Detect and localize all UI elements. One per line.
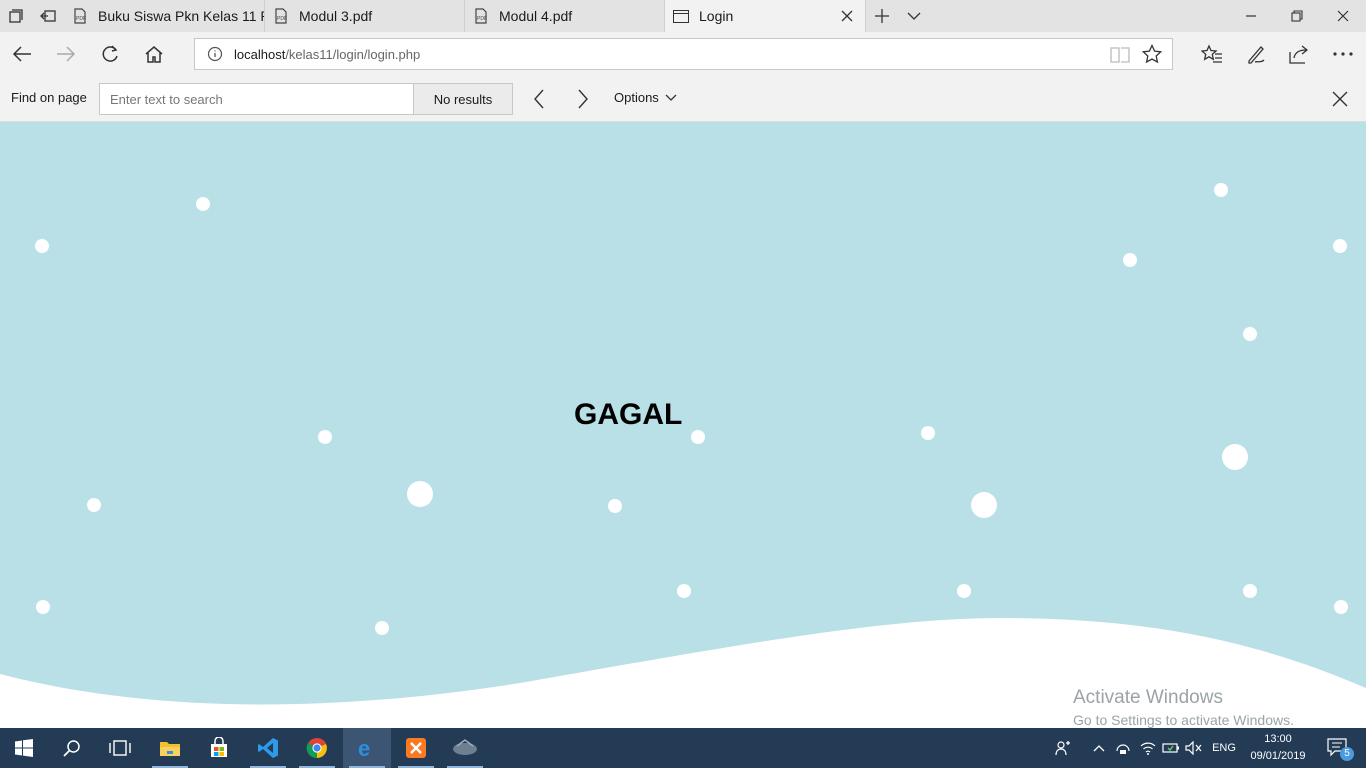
find-results-text: No results (433, 91, 493, 107)
pdf-icon: PDF (275, 8, 287, 24)
tab-title: Buku Siswa Pkn Kelas 11 Re (98, 8, 265, 24)
find-options-label: Options (614, 90, 659, 105)
snowflake (36, 600, 50, 614)
action-center-icon[interactable]: 5 (1318, 728, 1358, 768)
snowflake (608, 499, 622, 513)
tab-bar: PDF Buku Siswa Pkn Kelas 11 Re PDF Modul… (0, 0, 1366, 32)
snowflake (407, 481, 433, 507)
forward-icon[interactable] (50, 38, 82, 70)
pdf-icon: PDF (74, 8, 86, 24)
language-indicator[interactable]: ENG (1208, 728, 1240, 768)
clock-time: 13:00 (1264, 733, 1292, 745)
notification-badge: 5 (1340, 747, 1354, 761)
clock[interactable]: 13:00 09/01/2019 (1248, 731, 1308, 765)
tab-title: Login (699, 8, 734, 24)
page-icon (673, 9, 689, 23)
tab-title: Modul 3.pdf (299, 8, 373, 24)
file-explorer-icon[interactable] (146, 728, 194, 768)
language-label: ENG (1212, 742, 1236, 754)
favorite-star-icon[interactable] (1142, 44, 1162, 64)
find-options-button[interactable]: Options (614, 90, 677, 105)
web-note-icon[interactable] (1240, 38, 1272, 70)
volume-muted-icon[interactable] (1183, 728, 1205, 768)
start-icon[interactable] (0, 728, 48, 768)
wifi-icon[interactable] (1137, 728, 1159, 768)
edge-icon[interactable]: e (343, 728, 391, 768)
snowflake (1333, 239, 1347, 253)
url-host: localhost (234, 46, 286, 62)
find-input[interactable] (99, 83, 414, 115)
chrome-icon[interactable] (293, 728, 341, 768)
home-icon[interactable] (138, 38, 170, 70)
reading-view-icon[interactable] (1110, 46, 1130, 64)
chevron-down-icon (665, 94, 677, 101)
snowflake (1214, 183, 1228, 197)
snowflake (1222, 444, 1248, 470)
tab-modul-3[interactable]: PDF Modul 3.pdf (265, 0, 465, 32)
navigation-bar: localhost/kelas11/login/login.php (0, 32, 1366, 76)
task-view-icon[interactable] (96, 728, 144, 768)
back-icon[interactable] (6, 38, 38, 70)
battery-icon[interactable] (1160, 728, 1182, 768)
find-next-icon[interactable] (567, 83, 599, 115)
clock-date: 09/01/2019 (1250, 750, 1306, 762)
store-icon[interactable] (195, 728, 243, 768)
snowflake (971, 492, 997, 518)
find-results: No results (413, 83, 513, 115)
tab-actions-icon[interactable] (0, 0, 32, 32)
tab-preview-chevron-icon[interactable] (898, 0, 930, 32)
close-tab-icon[interactable] (839, 8, 855, 24)
address-bar[interactable]: localhost/kelas11/login/login.php (194, 38, 1173, 70)
snowflake (921, 426, 935, 440)
page-content: GAGAL Activate Windows Go to Settings to… (0, 122, 1366, 728)
show-hidden-icons-icon[interactable] (1089, 728, 1109, 768)
xampp-icon[interactable] (392, 728, 440, 768)
snowflake (87, 498, 101, 512)
tab-login[interactable]: Login (665, 0, 866, 32)
people-icon[interactable] (1052, 728, 1074, 768)
favorites-hub-icon[interactable] (1196, 38, 1228, 70)
svg-text:e: e (358, 737, 370, 759)
set-tabs-aside-icon[interactable] (32, 0, 64, 32)
snowflake (318, 430, 332, 444)
find-label: Find on page (11, 90, 87, 105)
url-path: /kelas11/login/login.php (285, 46, 421, 62)
svg-text:PDF: PDF (477, 16, 487, 22)
pdf-icon: PDF (475, 8, 487, 24)
watermark-title: Activate Windows (1073, 687, 1223, 708)
snowflake (957, 584, 971, 598)
info-icon[interactable] (207, 46, 223, 62)
snowflake (1243, 584, 1257, 598)
find-previous-icon[interactable] (523, 83, 555, 115)
tab-modul-4[interactable]: PDF Modul 4.pdf (465, 0, 665, 32)
watermark-subtitle: Go to Settings to activate Windows. (1073, 712, 1294, 728)
share-icon[interactable] (1283, 38, 1315, 70)
snowflake (1123, 253, 1137, 267)
snowflake (677, 584, 691, 598)
taskbar: e ENG 13:00 09/01/2019 5 (0, 728, 1366, 768)
close-window-icon[interactable] (1320, 0, 1366, 32)
svg-text:PDF: PDF (277, 16, 287, 22)
refresh-icon[interactable] (94, 38, 126, 70)
new-tab-icon[interactable] (866, 0, 898, 32)
close-find-icon[interactable] (1324, 83, 1356, 115)
svg-text:PDF: PDF (76, 16, 86, 22)
snowflake (1334, 600, 1348, 614)
snowflake (196, 197, 210, 211)
status-message: GAGAL (574, 398, 683, 431)
restore-icon[interactable] (1274, 0, 1320, 32)
snowflake (691, 430, 705, 444)
snowflake (35, 239, 49, 253)
tab-title: Modul 4.pdf (499, 8, 573, 24)
find-on-page-bar: Find on page No results Options (0, 76, 1366, 122)
minimize-icon[interactable] (1228, 0, 1274, 32)
app-icon[interactable] (441, 728, 489, 768)
more-menu-icon[interactable] (1327, 38, 1359, 70)
snowflake (1243, 327, 1257, 341)
tab-buku-siswa[interactable]: PDF Buku Siswa Pkn Kelas 11 Re (64, 0, 265, 32)
activate-windows-watermark: Activate Windows Go to Settings to activ… (1073, 687, 1294, 728)
vscode-icon[interactable] (244, 728, 292, 768)
search-icon[interactable] (48, 728, 96, 768)
network-drive-icon[interactable] (1112, 728, 1134, 768)
